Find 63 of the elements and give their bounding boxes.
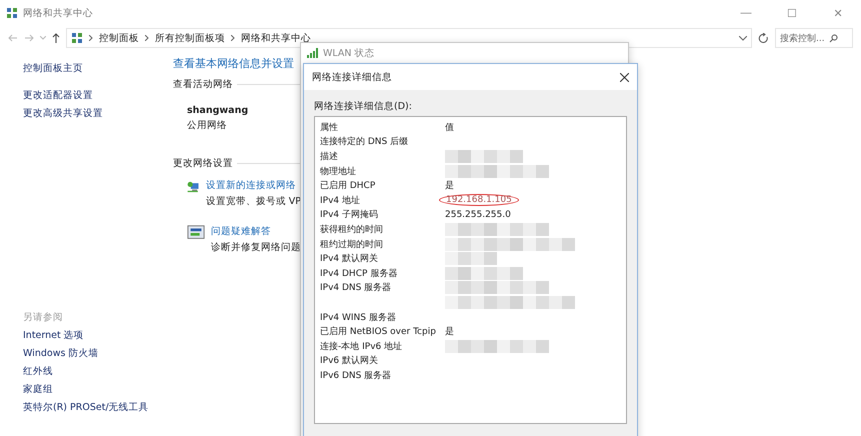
property-value: 是 [445,180,454,192]
network-type: 公用网络 [187,119,228,133]
breadcrumb-item[interactable]: 控制面板 [99,32,139,44]
refresh-icon[interactable] [758,32,769,44]
network-icon [71,32,83,44]
breadcrumb-item[interactable]: 所有控制面板项 [155,32,225,44]
property-name: IPv4 WINS 服务器 [320,312,396,323]
property-name: 已启用 DHCP [320,181,376,192]
property-name: 连接特定的 DNS 后缀 [320,137,408,148]
sidebar-link[interactable]: 红外线 [23,363,173,381]
task-link[interactable]: 设置新的连接或网络 [206,178,301,194]
breadcrumb-item[interactable]: 网络和共享中心 [241,32,311,44]
property-name: IPv4 默认网关 [320,254,378,264]
dialog-title: 网络连接详细信息 [312,70,392,84]
close-icon[interactable] [620,72,629,82]
sidebar-link[interactable]: 更改高级共享设置 [23,105,173,123]
window-title: 网络和共享中心 [23,6,93,20]
list-label: 网络连接详细信息(D): [314,100,413,113]
troubleshoot-icon [187,224,205,242]
search-icon [828,34,838,42]
page-heading: 查看基本网络信息并设置 [173,56,295,72]
column-header: 属性 [320,122,339,134]
dropdown-icon[interactable] [739,36,747,40]
task-link[interactable]: 问题疑难解答 [211,224,301,240]
property-name: IPv6 DNS 服务器 [320,370,392,381]
sidebar-link[interactable]: 家庭组 [23,381,173,399]
property-value: 是 [445,326,454,338]
property-name: 获得租约的时间 [320,224,383,235]
column-header: 值 [445,122,454,134]
close-button[interactable]: ✕ [815,6,861,20]
breadcrumb-separator-icon [231,35,235,41]
up-icon[interactable] [52,33,60,43]
property-name: 描述 [320,152,338,162]
section-title: 另请参阅 [23,311,64,325]
property-name: IPv4 地址 [320,196,360,206]
property-name: IPv6 默认网关 [320,356,378,366]
sidebar-link[interactable]: 英特尔(R) PROSet/无线工具 [23,399,173,417]
sidebar-link[interactable]: Internet 选项 [23,327,173,345]
task-description: 设置宽带、拨号或 VP [206,195,301,209]
sidebar-link[interactable]: 控制面板主页 [23,60,173,78]
sidebar-link[interactable]: Windows 防火墙 [23,345,173,363]
maximize-button[interactable]: ☐ [769,6,815,20]
sidebar-link[interactable]: 更改适配器设置 [23,87,173,105]
property-name: IPv4 DHCP 服务器 [320,268,398,279]
circled-value: 192.168.1.105 [439,194,519,206]
section-title: 更改网络设置 [173,157,233,170]
breadcrumb-separator-icon [89,35,93,41]
property-name: 连接-本地 IPv6 地址 [320,342,402,352]
search-field[interactable]: 搜索控制... [775,28,853,48]
breadcrumb-separator-icon [145,35,149,41]
property-name: 已启用 NetBIOS over Tcpip [320,327,436,338]
network-icon [6,7,18,19]
property-name: IPv4 子网掩码 [320,210,378,220]
task-description: 诊断并修复网络问题 [211,241,301,255]
section-title: 查看活动网络 [173,78,233,91]
property-name: 物理地址 [320,166,356,177]
property-name: 租约过期的时间 [320,240,383,250]
property-name: IPv4 DNS 服务器 [320,283,392,294]
window-title: WLAN 状态 [323,46,375,60]
minimize-button[interactable]: — [723,6,769,20]
signal-icon [307,48,319,58]
property-value: 255.255.255.0 [445,210,511,220]
network-name: shangwang [187,104,250,118]
